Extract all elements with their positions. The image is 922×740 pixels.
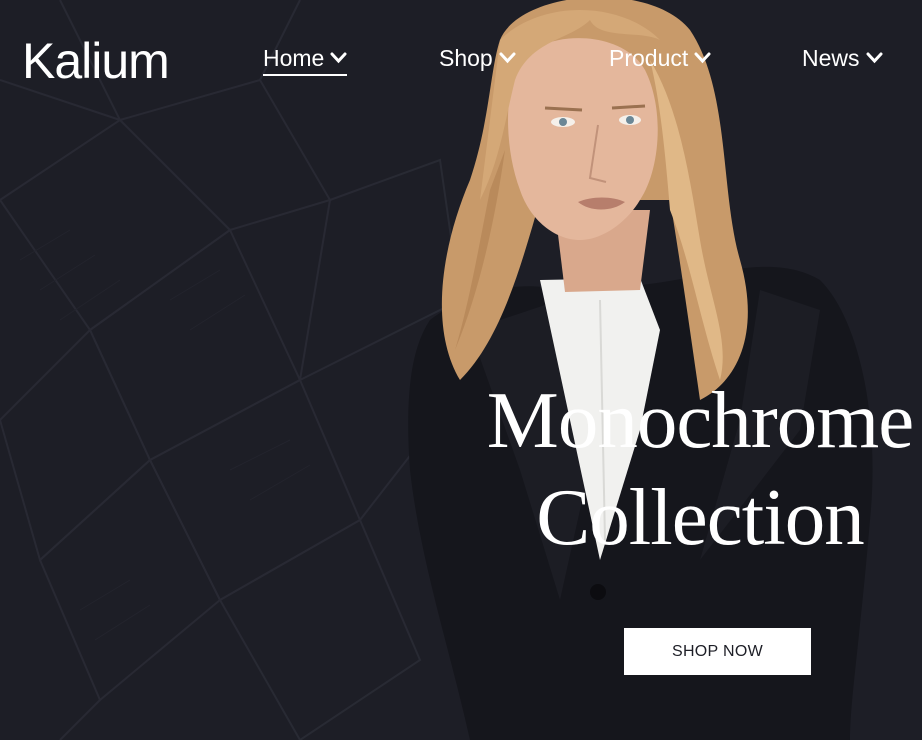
chevron-down-icon	[499, 52, 516, 64]
nav-item-label: Shop	[439, 44, 493, 71]
nav-item-home[interactable]: Home	[263, 43, 348, 76]
nav-item-news[interactable]: News	[802, 43, 883, 73]
nav-item-shop[interactable]: Shop	[439, 43, 516, 73]
hero-title-line-2: Collection	[536, 472, 864, 562]
nav-item-label: News	[802, 44, 860, 71]
hero-title: Monochrome Collection	[440, 372, 922, 566]
chevron-down-icon	[866, 52, 883, 64]
chevron-down-icon	[694, 52, 711, 64]
hero-title-line-1: Monochrome	[486, 375, 914, 465]
brand-logo[interactable]: Kalium	[22, 36, 170, 86]
shop-now-button[interactable]: SHOP NOW	[624, 628, 811, 675]
chevron-down-icon	[330, 52, 347, 64]
nav-item-label: Product	[609, 44, 689, 71]
nav-item-product[interactable]: Product	[609, 43, 711, 73]
nav-item-label: Home	[263, 44, 325, 71]
